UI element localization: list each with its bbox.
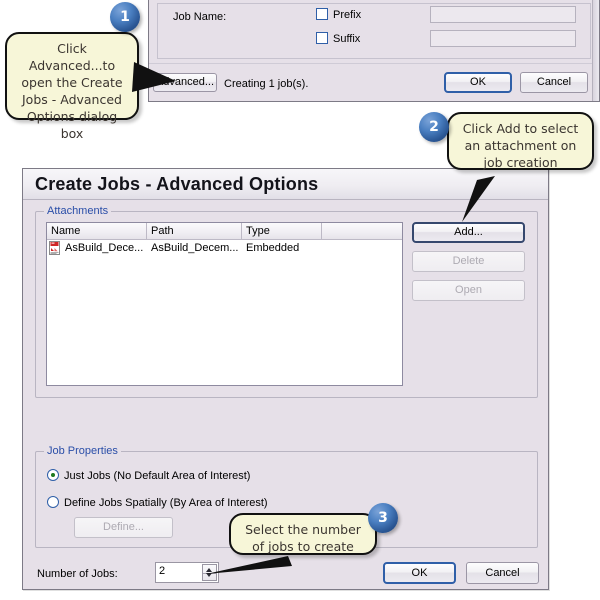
callout-2-badge: 2 [419, 112, 449, 142]
callout-pointers [132, 62, 495, 574]
callout-1-badge: 1 [110, 2, 140, 32]
callout-3-badge: 3 [368, 503, 398, 533]
